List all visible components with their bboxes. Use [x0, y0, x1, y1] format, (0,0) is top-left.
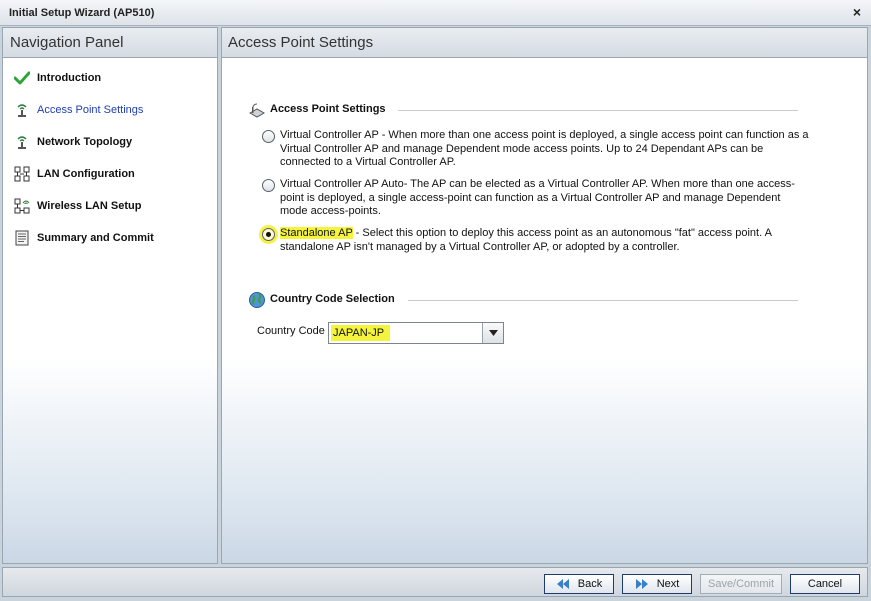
navigation-panel: Navigation Panel Introduction Access Poi… [2, 27, 218, 564]
section-title: Access Point Settings [270, 103, 394, 115]
next-arrow-icon [635, 579, 649, 589]
close-icon[interactable]: × [853, 5, 861, 19]
nav-item-access-point-settings[interactable]: Access Point Settings [13, 101, 143, 119]
access-point-icon [248, 101, 266, 119]
navigation-panel-title: Navigation Panel [3, 28, 217, 58]
nav-item-label: Network Topology [37, 136, 133, 148]
section-divider [408, 300, 798, 301]
nav-item-lan-configuration[interactable]: LAN Configuration [13, 165, 135, 183]
access-point-icon [13, 134, 31, 150]
cancel-button[interactable]: Cancel [790, 574, 860, 594]
virtual-controller-ap-radio[interactable] [262, 130, 275, 143]
network-icon [13, 166, 31, 182]
document-icon [13, 230, 31, 246]
content-panel-title: Access Point Settings [222, 28, 867, 58]
nav-item-introduction[interactable]: Introduction [13, 69, 101, 87]
country-code-label: Country Code [257, 325, 325, 337]
country-code-value: JAPAN-JP [331, 325, 391, 341]
virtual-controller-ap-auto-radio[interactable] [262, 179, 275, 192]
nav-item-label: Access Point Settings [37, 104, 144, 116]
cancel-button-label: Cancel [807, 578, 843, 590]
nav-item-label: Wireless LAN Setup [37, 200, 142, 212]
wireless-network-icon [13, 198, 31, 214]
option-label: Virtual Controller AP Auto [280, 178, 404, 190]
option-description: - Select this option to deploy this acce… [280, 227, 772, 253]
section-divider [398, 110, 798, 111]
back-arrow-icon [556, 579, 570, 589]
nav-item-label: Introduction [37, 72, 102, 84]
checkmark-icon [13, 70, 31, 86]
content-panel: Access Point Settings Access Point Setti… [221, 27, 868, 564]
save-commit-button[interactable]: Save/Commit [700, 574, 782, 594]
back-button[interactable]: Back [544, 574, 614, 594]
nav-item-label: Summary and Commit [37, 232, 154, 244]
access-point-icon [13, 102, 31, 118]
nav-item-summary-and-commit[interactable]: Summary and Commit [13, 229, 154, 247]
nav-item-label: LAN Configuration [37, 168, 135, 180]
window-titlebar: Initial Setup Wizard (AP510) × [0, 0, 871, 26]
next-button-label: Next [656, 578, 680, 590]
nav-item-network-topology[interactable]: Network Topology [13, 133, 132, 151]
country-code-select[interactable]: JAPAN-JP [328, 322, 504, 344]
section-title: Country Code Selection [270, 293, 403, 305]
country-code-section: Country Code Selection [248, 291, 798, 309]
option-label: Virtual Controller AP [280, 129, 379, 141]
access-point-settings-section: Access Point Settings [248, 101, 798, 119]
save-commit-button-label: Save/Commit [707, 578, 775, 590]
back-button-label: Back [577, 578, 603, 590]
nav-item-wireless-lan-setup[interactable]: Wireless LAN Setup [13, 197, 141, 215]
globe-icon [248, 291, 266, 309]
option-label: Standalone AP [280, 227, 353, 239]
standalone-ap-radio[interactable] [262, 228, 275, 241]
window-title: Initial Setup Wizard (AP510) [9, 7, 155, 19]
wizard-footer: Back Next Save/Commit Cancel [2, 567, 868, 597]
chevron-down-icon[interactable] [482, 323, 503, 343]
next-button[interactable]: Next [622, 574, 692, 594]
